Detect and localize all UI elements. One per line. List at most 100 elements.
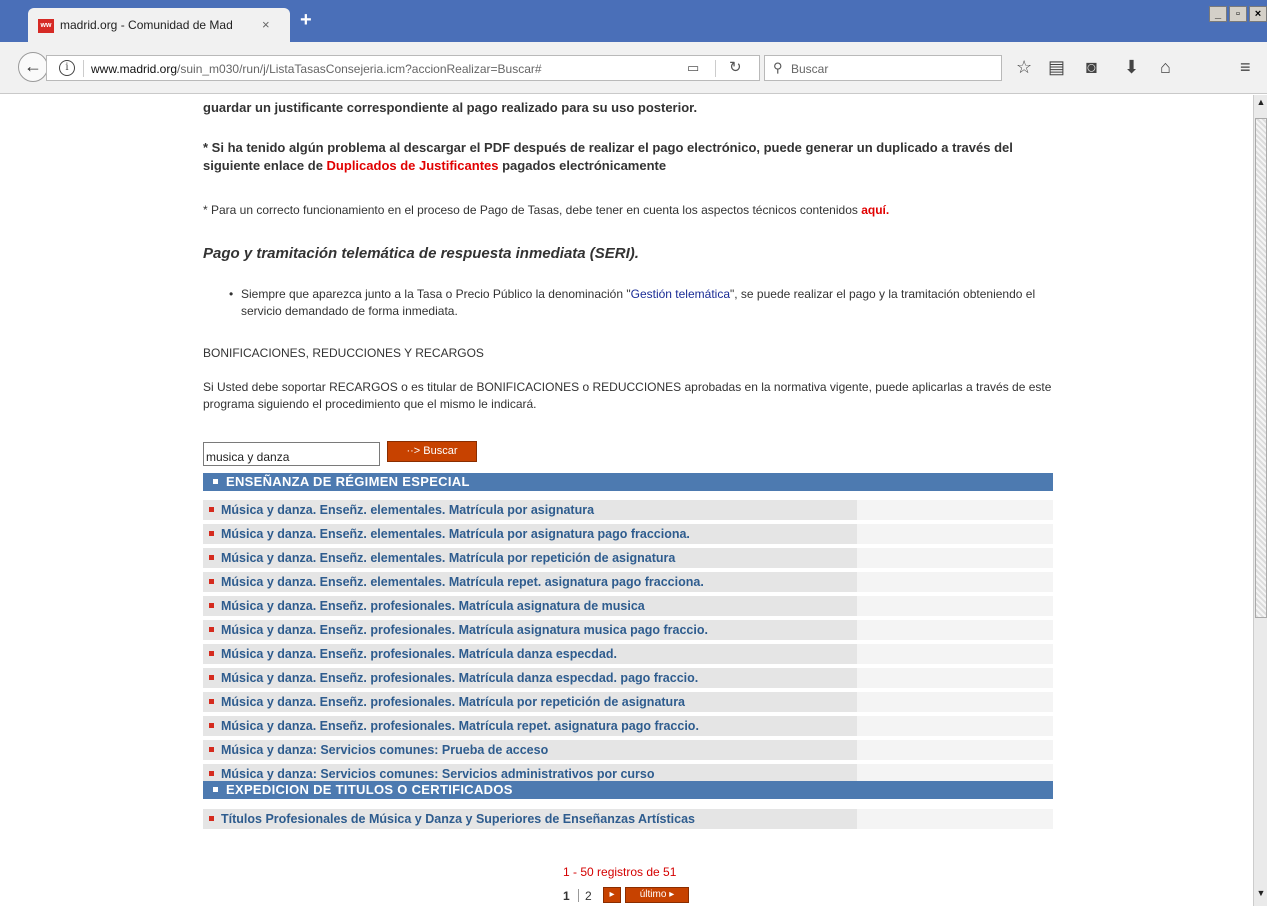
- current-page: 1: [563, 889, 570, 903]
- search-icon: ⚲: [773, 60, 783, 75]
- url-path: /suin_m030/run/j/ListaTasasConsejeria.ic…: [177, 62, 542, 76]
- tasa-link[interactable]: Música y danza: Servicios comunes: Prueb…: [221, 743, 548, 757]
- new-tab-icon[interactable]: +: [300, 10, 312, 30]
- maximize-icon[interactable]: ▫: [1229, 6, 1247, 22]
- category-title: ENSEÑANZA DE RÉGIMEN ESPECIAL: [226, 474, 470, 489]
- red-bullet-icon: [209, 723, 214, 728]
- home-icon[interactable]: ⌂: [1160, 56, 1171, 78]
- red-bullet-icon: [209, 675, 214, 680]
- minimize-icon[interactable]: _: [1209, 6, 1227, 22]
- red-bullet-icon: [209, 507, 214, 512]
- vertical-scrollbar[interactable]: ▲ ▼: [1253, 95, 1267, 906]
- tasa-link[interactable]: Música y danza. Enseñz. profesionales. M…: [221, 695, 685, 709]
- red-bullet-icon: [209, 699, 214, 704]
- bookmark-star-icon[interactable]: ☆: [1016, 56, 1032, 78]
- red-bullet-icon: [209, 771, 214, 776]
- scroll-down-arrow-icon[interactable]: ▼: [1255, 888, 1267, 904]
- info-icon[interactable]: i: [59, 60, 75, 76]
- red-bullet-icon: [209, 816, 214, 821]
- intro-text: guardar un justificante correspondiente …: [203, 100, 698, 115]
- list-item: Música y danza. Enseñz. profesionales. M…: [203, 596, 1053, 616]
- red-bullet-icon: [209, 603, 214, 608]
- url-bar[interactable]: i www.madrid.org/suin_m030/run/j/ListaTa…: [46, 55, 760, 81]
- tasa-link[interactable]: Música y danza. Enseñz. elementales. Mat…: [221, 527, 690, 541]
- technical-paragraph: * Para un correcto funcionamiento en el …: [203, 202, 1053, 219]
- tasa-link[interactable]: Música y danza. Enseñz. profesionales. M…: [221, 647, 617, 661]
- seri-heading: Pago y tramitación telemática de respues…: [203, 245, 639, 262]
- tasa-link[interactable]: Música y danza. Enseñz. elementales. Mat…: [221, 575, 704, 589]
- back-arrow-icon[interactable]: ←: [18, 52, 48, 82]
- list-item: Música y danza. Enseñz. elementales. Mat…: [203, 572, 1053, 592]
- red-bullet-icon: [209, 579, 214, 584]
- url-separator: [715, 60, 716, 77]
- duplicate-text-post: pagados electrónicamente: [498, 158, 667, 173]
- tasa-link[interactable]: Títulos Profesionales de Música y Danza …: [221, 812, 695, 826]
- technical-link[interactable]: aquí.: [861, 203, 889, 217]
- scroll-up-arrow-icon[interactable]: ▲: [1255, 97, 1267, 113]
- tasas-search-button[interactable]: ··> Buscar: [387, 441, 477, 462]
- red-bullet-icon: [209, 651, 214, 656]
- page-2-link[interactable]: 2: [585, 889, 592, 903]
- browser-navbar: ← i www.madrid.org/suin_m030/run/j/Lista…: [0, 42, 1267, 94]
- tasa-link[interactable]: Música y danza. Enseñz. elementales. Mat…: [221, 503, 594, 517]
- last-page-button[interactable]: último ▸: [625, 887, 689, 903]
- square-bullet-icon: [213, 479, 218, 485]
- pocket-icon[interactable]: ◙: [1086, 56, 1097, 78]
- tasa-link[interactable]: Música y danza. Enseñz. elementales. Mat…: [221, 551, 675, 565]
- tab-close-icon[interactable]: ×: [262, 17, 270, 32]
- url-separator: [83, 60, 84, 77]
- red-bullet-icon: [209, 627, 214, 632]
- list-item: Música y danza. Enseñz. profesionales. M…: [203, 644, 1053, 664]
- list-item: Música y danza. Enseñz. elementales. Mat…: [203, 524, 1053, 544]
- list-item: Títulos Profesionales de Música y Danza …: [203, 809, 1053, 829]
- tasas-search-input[interactable]: musica y danza: [203, 442, 380, 466]
- tasa-link[interactable]: Música y danza. Enseñz. profesionales. M…: [221, 671, 698, 685]
- seri-bullet: Siempre que aparezca junto a la Tasa o P…: [229, 286, 1053, 320]
- library-icon[interactable]: ▤: [1048, 56, 1065, 78]
- duplicates-link[interactable]: Duplicados de Justificantes: [327, 158, 499, 173]
- list-item: Música y danza. Enseñz. elementales. Mat…: [203, 548, 1053, 568]
- square-bullet-icon: [213, 787, 218, 793]
- list-item: Música y danza. Enseñz. profesionales. M…: [203, 716, 1053, 736]
- bonificaciones-text: Si Usted debe soportar RECARGOS o es tit…: [203, 380, 1052, 411]
- reload-icon[interactable]: ↻: [729, 58, 742, 76]
- madrid-favicon-icon: ww: [38, 19, 54, 33]
- list-item: Música y danza. Enseñz. profesionales. M…: [203, 692, 1053, 712]
- page-viewport: guardar un justificante correspondiente …: [0, 95, 1253, 906]
- scroll-thumb[interactable]: [1255, 118, 1267, 618]
- red-bullet-icon: [209, 555, 214, 560]
- url-host: www.madrid.org: [91, 62, 178, 76]
- tab-title: madrid.org - Comunidad de Mad: [60, 18, 233, 32]
- seri-bullet-pre: Siempre que aparezca junto a la Tasa o P…: [241, 287, 631, 301]
- page-separator: [578, 889, 579, 902]
- bonificaciones-heading: BONIFICACIONES, REDUCCIONES Y RECARGOS: [203, 346, 484, 360]
- red-bullet-icon: [209, 531, 214, 536]
- list-item: Música y danza. Enseñz. profesionales. M…: [203, 620, 1053, 640]
- gestion-telematica-link[interactable]: Gestión telemática: [631, 287, 730, 301]
- next-page-button[interactable]: ▸: [603, 887, 621, 903]
- category-header: EXPEDICION DE TITULOS O CERTIFICADOS: [203, 781, 1053, 799]
- category-title: EXPEDICION DE TITULOS O CERTIFICADOS: [226, 782, 513, 797]
- list-item: Música y danza. Enseñz. elementales. Mat…: [203, 500, 1053, 520]
- close-window-icon[interactable]: ×: [1249, 6, 1267, 22]
- tasa-link[interactable]: Música y danza: Servicios comunes: Servi…: [221, 767, 654, 781]
- search-placeholder: Buscar: [791, 62, 829, 76]
- category-header: ENSEÑANZA DE RÉGIMEN ESPECIAL: [203, 473, 1053, 491]
- tasa-link[interactable]: Música y danza. Enseñz. profesionales. M…: [221, 623, 708, 637]
- duplicate-paragraph: * Si ha tenido algún problema al descarg…: [203, 139, 1053, 175]
- browser-titlebar: ww madrid.org - Comunidad de Mad × + _ ▫…: [0, 0, 1267, 42]
- download-icon[interactable]: ⬇: [1124, 56, 1139, 78]
- reader-view-icon[interactable]: ▭: [687, 60, 699, 76]
- list-item: Música y danza. Enseñz. profesionales. M…: [203, 668, 1053, 688]
- pagination-info: 1 - 50 registros de 51: [563, 865, 677, 879]
- list-item: Música y danza: Servicios comunes: Prueb…: [203, 740, 1053, 760]
- tasa-link[interactable]: Música y danza. Enseñz. profesionales. M…: [221, 599, 645, 613]
- window-controls: _ ▫ ×: [1209, 6, 1267, 22]
- search-bar[interactable]: ⚲ Buscar: [764, 55, 1002, 81]
- technical-text: * Para un correcto funcionamiento en el …: [203, 203, 862, 217]
- menu-icon[interactable]: ≡: [1240, 56, 1251, 78]
- red-bullet-icon: [209, 747, 214, 752]
- tasa-link[interactable]: Música y danza. Enseñz. profesionales. M…: [221, 719, 699, 733]
- url-text[interactable]: www.madrid.org/suin_m030/run/j/ListaTasa…: [91, 62, 542, 76]
- browser-tab[interactable]: ww madrid.org - Comunidad de Mad ×: [28, 8, 290, 42]
